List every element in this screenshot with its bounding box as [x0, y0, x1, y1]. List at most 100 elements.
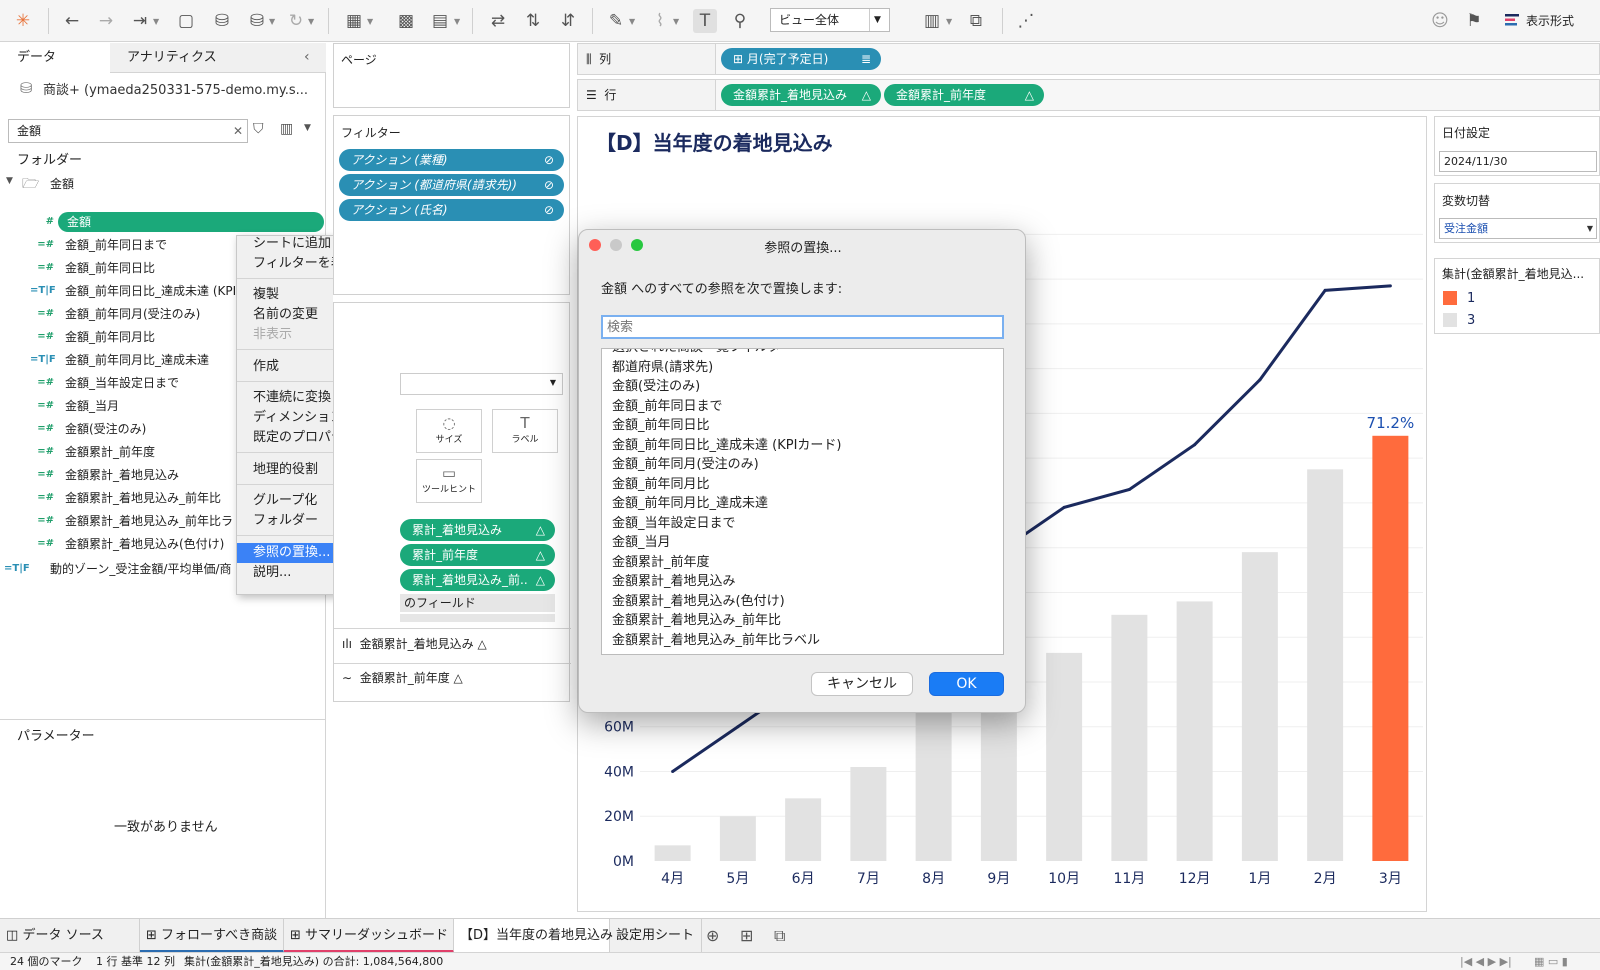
- show-labels-icon[interactable]: T: [693, 9, 717, 33]
- list-item[interactable]: 金額(受注のみ): [612, 377, 1002, 397]
- redo-menu-icon[interactable]: ⇥: [128, 9, 152, 33]
- clear-sheet-icon[interactable]: ▤: [428, 9, 452, 33]
- tab-summary-dashboard[interactable]: ⊞ サマリーダッシュボード: [284, 919, 454, 953]
- mark-pill[interactable]: 累計_前年度 △: [400, 544, 555, 566]
- duplicate-sheet-icon[interactable]: ▩: [394, 9, 418, 33]
- new-story-icon[interactable]: ⧉: [774, 926, 785, 946]
- highlight-icon[interactable]: ✎: [604, 9, 628, 33]
- back-icon[interactable]: ←: [60, 9, 84, 33]
- more-fields-2[interactable]: [400, 614, 555, 622]
- date-input[interactable]: 2024/11/30: [1439, 151, 1597, 172]
- measure-bar-item[interactable]: ılı 金額累計_着地見込み △: [342, 635, 487, 652]
- list-item[interactable]: 金額_前年同月比: [612, 475, 1002, 495]
- save-icon[interactable]: ▢: [174, 9, 198, 33]
- more-fields[interactable]: のフィールド: [400, 594, 555, 612]
- list-item[interactable]: 金額_前年同日まで: [612, 397, 1002, 417]
- list-item[interactable]: 金額累計_着地見込み_前年比ラベル: [612, 631, 1002, 651]
- share-icon[interactable]: ⋰: [1014, 9, 1038, 33]
- size-mark-button[interactable]: ◌ サイズ: [416, 409, 482, 453]
- legend-swatch[interactable]: [1443, 291, 1457, 305]
- chevron-down-icon[interactable]: ▼: [269, 17, 275, 26]
- tooltip-mark-button[interactable]: ▭ ツールヒント: [416, 459, 482, 503]
- presentation-icon[interactable]: ⧉: [964, 9, 988, 33]
- list-item[interactable]: 選択された商談一覧フィルタ: [612, 349, 1002, 358]
- list-item[interactable]: 金額累計_着地見込み: [612, 572, 1002, 592]
- datasource-menu-icon[interactable]: ⛁: [245, 9, 269, 33]
- chevron-down-icon[interactable]: ▼: [153, 17, 159, 26]
- columns-shelf[interactable]: ⫼ 列 ⊞ 月(完了予定日) ≣: [577, 43, 1600, 75]
- tableau-logo-icon[interactable]: ✳: [11, 9, 35, 33]
- show-me-icon[interactable]: [1504, 12, 1520, 28]
- tab-follow-deals[interactable]: ⊞ フォローすべき商談: [140, 919, 284, 953]
- measure-line-item[interactable]: ∼ 金額累計_前年度 △: [342, 669, 463, 686]
- filter-pill[interactable]: アクション (業種) ⊘: [339, 149, 564, 171]
- assistant-icon[interactable]: ☺: [1428, 9, 1452, 33]
- mark-pill[interactable]: 累計_着地見込み_前.. △: [400, 569, 555, 591]
- rows-pill[interactable]: 金額累計_前年度 △: [884, 84, 1044, 106]
- filter-pill[interactable]: アクション (氏名) ⊘: [339, 199, 564, 221]
- list-item[interactable]: 金額累計_着地見込み(色付け): [612, 592, 1002, 612]
- new-worksheet-icon[interactable]: ▦: [342, 9, 366, 33]
- cancel-button[interactable]: キャンセル: [811, 672, 913, 696]
- refresh-icon[interactable]: ↻: [284, 9, 308, 33]
- list-item[interactable]: 金額_当月: [612, 533, 1002, 553]
- list-item[interactable]: 都道府県(請求先): [612, 358, 1002, 378]
- list-item[interactable]: 金額_前年同日比_達成未達 (KPIカード): [612, 436, 1002, 456]
- filter-icon[interactable]: ⛉: [253, 121, 264, 137]
- clear-search-icon[interactable]: ✕: [233, 120, 243, 142]
- folder-name[interactable]: 金額: [50, 175, 74, 192]
- mark-pill[interactable]: 累計_着地見込み △: [400, 519, 555, 541]
- chevron-down-icon[interactable]: ▼: [6, 176, 13, 186]
- chevron-down-icon[interactable]: ▼: [946, 17, 952, 26]
- new-datasource-icon[interactable]: ⛁: [210, 9, 234, 33]
- legend-swatch[interactable]: [1443, 313, 1457, 327]
- field-label: 金額_前年同月比: [65, 330, 156, 344]
- variable-select[interactable]: 受注金額 ▼: [1439, 218, 1597, 239]
- swap-icon[interactable]: ⇄: [486, 9, 510, 33]
- list-item[interactable]: 金額累計_着地見込み_前年比: [612, 611, 1002, 631]
- tab-settings-sheet[interactable]: 設定用シート: [610, 919, 702, 953]
- tab-analytics[interactable]: アナリティクス: [110, 43, 290, 73]
- field-item[interactable]: # 金額: [0, 212, 326, 232]
- new-worksheet-icon[interactable]: ⊕: [706, 926, 719, 945]
- view-toggle-icon[interactable]: ▥: [280, 121, 293, 137]
- columns-pill[interactable]: ⊞ 月(完了予定日) ≣: [721, 48, 881, 70]
- list-item[interactable]: 金額_前年同月(受注のみ): [612, 455, 1002, 475]
- rows-pill[interactable]: 金額累計_着地見込み △: [721, 84, 881, 106]
- chevron-down-icon[interactable]: ▼: [454, 17, 460, 26]
- label-mark-button[interactable]: T ラベル: [492, 409, 558, 453]
- show-cards-icon[interactable]: ▥: [920, 9, 944, 33]
- chevron-down-icon[interactable]: ▼: [629, 17, 635, 26]
- chevron-down-icon[interactable]: ▼: [304, 123, 311, 133]
- list-item[interactable]: 金額_当年設定日まで: [612, 514, 1002, 534]
- page-nav-icon[interactable]: |◀ ◀ ▶ ▶|: [1460, 953, 1512, 970]
- list-item[interactable]: 金額_前年同月比_達成未達: [612, 494, 1002, 514]
- sort-descending-icon[interactable]: ⇵: [556, 9, 580, 33]
- group-icon[interactable]: ⌇: [648, 9, 672, 33]
- filter-pill[interactable]: アクション (都道府県(請求先)) ⊘: [339, 174, 564, 196]
- rows-shelf[interactable]: ☰ 行 金額累計_着地見込み △ 金額累計_前年度 △: [577, 79, 1600, 111]
- collapse-icon[interactable]: ‹: [304, 49, 310, 65]
- chevron-down-icon[interactable]: ▼: [308, 17, 314, 26]
- chevron-down-icon[interactable]: ▼: [367, 17, 373, 26]
- search-input[interactable]: [601, 315, 1004, 339]
- forward-icon[interactable]: →: [94, 9, 118, 33]
- new-dashboard-icon[interactable]: ⊞: [740, 926, 753, 945]
- view-options-icon[interactable]: ▦ ▭ ▮: [1534, 953, 1568, 970]
- ok-button[interactable]: OK: [929, 672, 1004, 696]
- datasource-name[interactable]: 商談+ (ymaeda250331-575-demo.my.s...: [43, 79, 308, 98]
- format-painter-icon[interactable]: ⚑: [1462, 9, 1486, 33]
- tab-data[interactable]: データ: [0, 43, 110, 74]
- chevron-down-icon[interactable]: ▼: [673, 17, 679, 26]
- list-item[interactable]: 金額_前年同日比: [612, 416, 1002, 436]
- list-item[interactable]: 金額累計_前年度: [612, 553, 1002, 573]
- field-list-box[interactable]: 選択された商談一覧フィルタ都道府県(請求先)金額(受注のみ)金額_前年同日まで金…: [601, 348, 1004, 655]
- show-me-label[interactable]: 表示形式: [1526, 12, 1574, 29]
- sort-ascending-icon[interactable]: ⇅: [521, 9, 545, 33]
- mark-type-select[interactable]: ▼: [400, 373, 563, 395]
- tab-current-sheet[interactable]: 【D】当年度の着地見込み: [454, 919, 613, 953]
- view-size-select[interactable]: ビュー全体 ▼: [770, 8, 890, 32]
- search-input[interactable]: 金額 ✕: [8, 119, 248, 143]
- tab-data-source[interactable]: ◫ データ ソース: [0, 919, 140, 953]
- pin-icon[interactable]: ⚲: [728, 9, 752, 33]
